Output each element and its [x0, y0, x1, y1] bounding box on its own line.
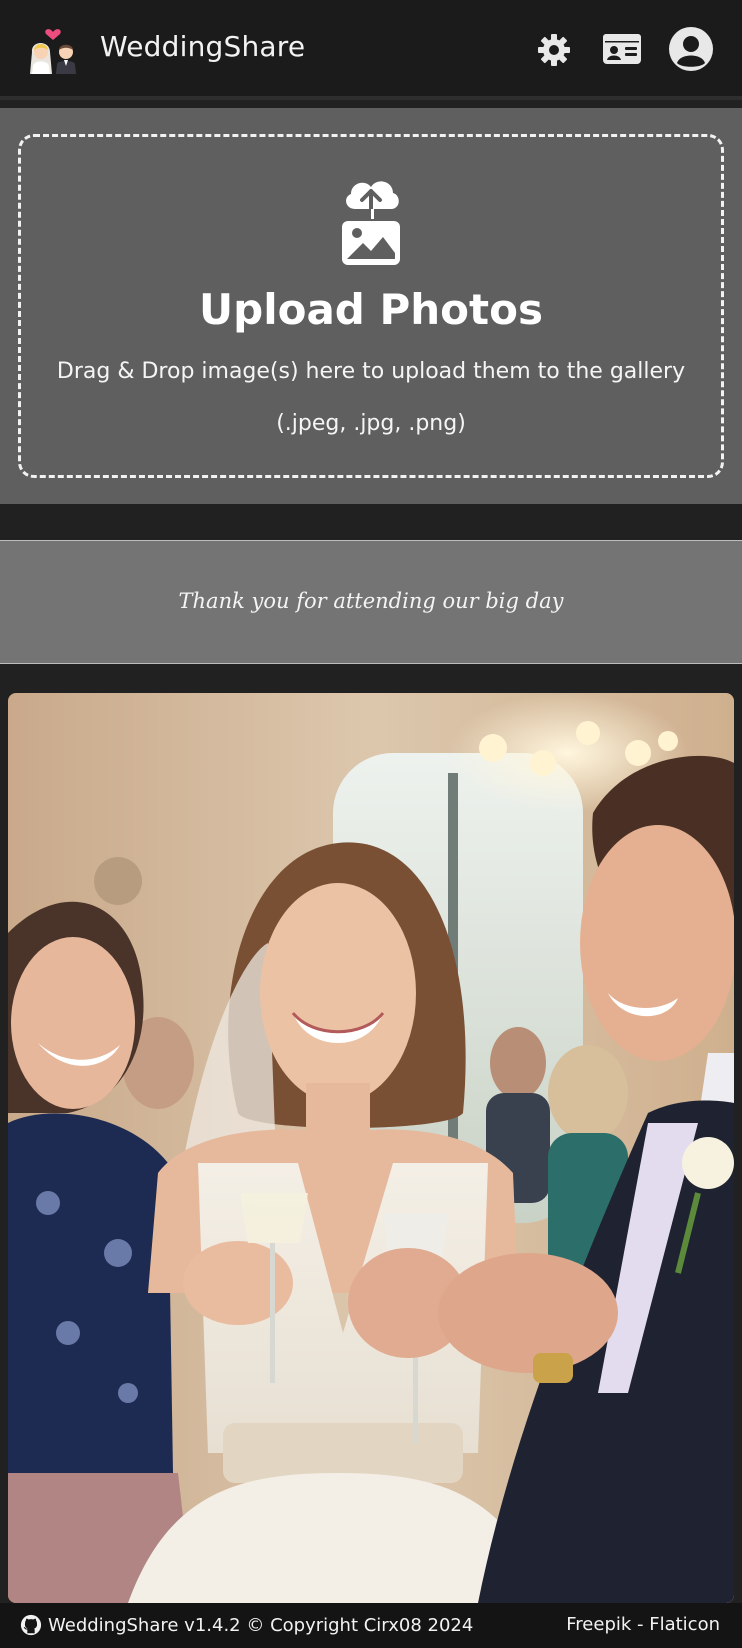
wedding-toast-photo [8, 693, 734, 1603]
footer-version-text[interactable]: WeddingShare v1.4.2 © Copyright Cirx08 2… [48, 1615, 473, 1636]
upload-file-types: (.jpeg, .jpg, .png) [276, 411, 466, 436]
github-icon[interactable] [20, 1614, 42, 1636]
brand-name[interactable]: WeddingShare [100, 30, 305, 63]
gallery-photo[interactable] [8, 693, 734, 1603]
upload-dropzone[interactable]: Upload Photos Drag & Drop image(s) here … [18, 134, 724, 478]
bride-and-groom-icon[interactable] [28, 22, 84, 78]
navbar: WeddingShare [0, 0, 742, 100]
cloud-upload-image-icon [342, 181, 400, 265]
footer: WeddingShare v1.4.2 © Copyright Cirx08 2… [0, 1603, 742, 1648]
user-circle-icon[interactable] [668, 26, 714, 72]
welcome-message: Thank you for attending our big day [178, 589, 564, 613]
id-card-icon[interactable] [602, 32, 642, 66]
welcome-message-band: Thank you for attending our big day [0, 540, 742, 664]
footer-copyright: WeddingShare v1.4.2 © Copyright Cirx08 2… [20, 1614, 473, 1636]
upload-section: Upload Photos Drag & Drop image(s) here … [0, 108, 742, 504]
gear-icon[interactable] [536, 32, 572, 68]
upload-description: Drag & Drop image(s) here to upload them… [56, 359, 686, 384]
upload-title: Upload Photos [199, 285, 543, 334]
footer-attribution-link[interactable]: Freepik - Flaticon [566, 1614, 720, 1635]
